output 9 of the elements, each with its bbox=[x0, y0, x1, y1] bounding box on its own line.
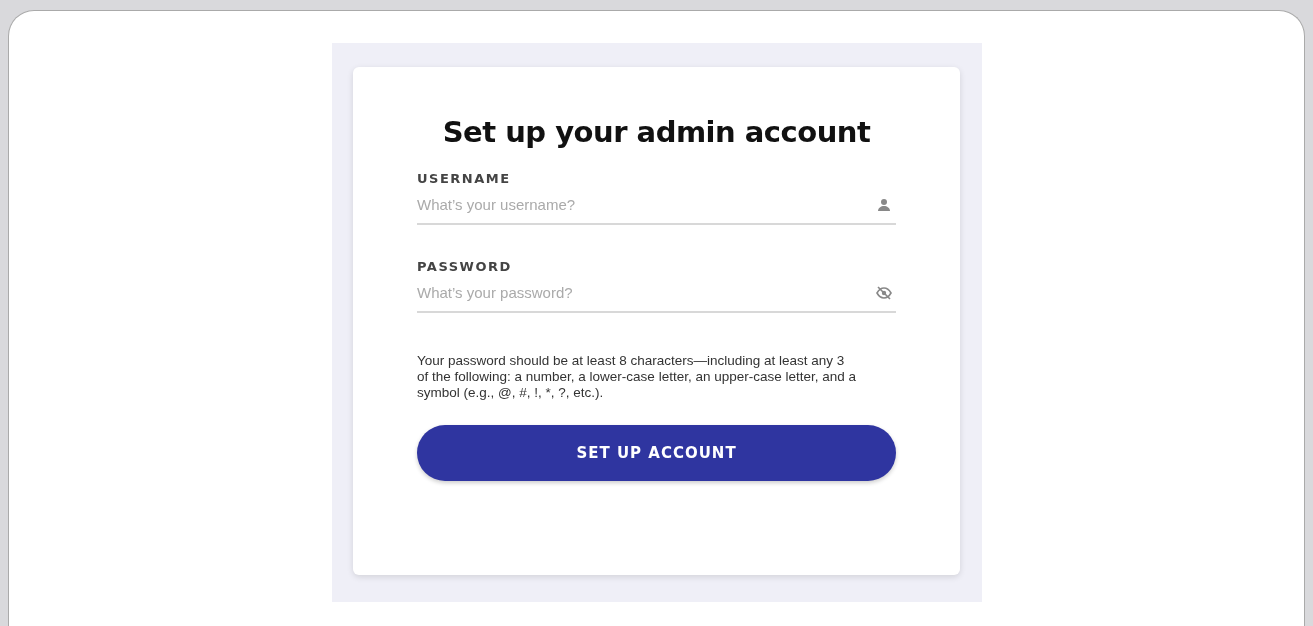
field-label: PASSWORD bbox=[417, 259, 513, 274]
input-field[interactable]: What’s your password? bbox=[417, 284, 876, 301]
input-field[interactable]: What’s your username? bbox=[417, 196, 876, 213]
eye-slash-icon[interactable] bbox=[876, 284, 892, 301]
setup-account-button[interactable]: SET UP ACCOUNT bbox=[417, 425, 896, 481]
password-hint: Your password should be at least 8 characters—including at least any 3 of the following: a number, a lower-case letter, an upper-case letter, and a symbol (e.g., @, #, !, *, ?, etc.). bbox=[417, 353, 857, 401]
user-icon bbox=[876, 196, 892, 213]
field-label: USERNAME bbox=[417, 171, 512, 186]
form-title: Set up your admin account bbox=[441, 115, 872, 149]
